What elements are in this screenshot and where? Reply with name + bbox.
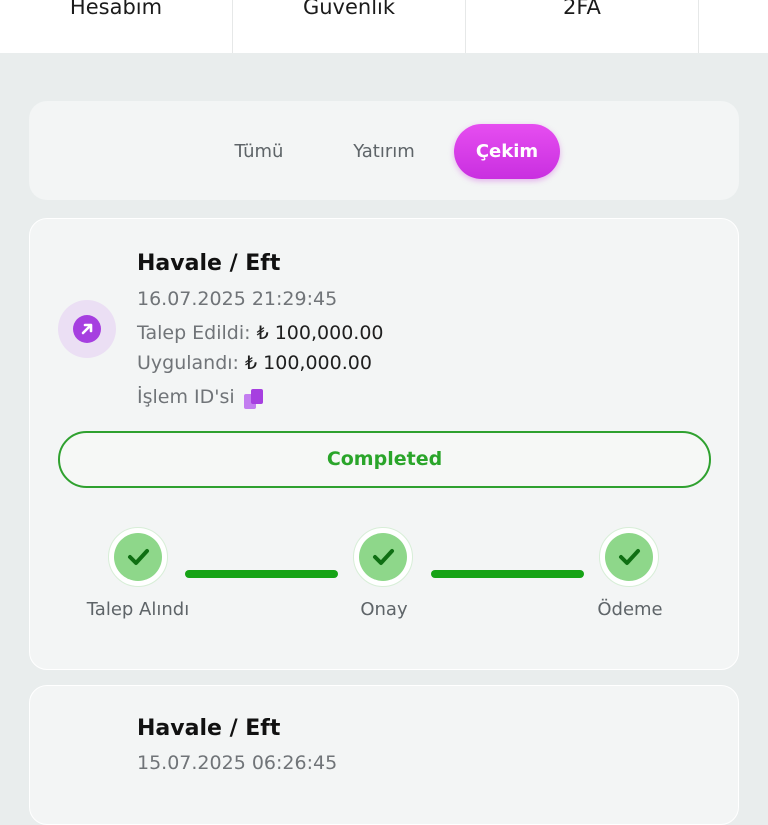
- filter-tab-deposit[interactable]: Yatırım: [334, 124, 434, 179]
- applied-row: Uygulandı: ₺ 100,000.00: [137, 352, 372, 374]
- step-label: Talep Alındı: [86, 599, 190, 620]
- step-connector: [185, 570, 338, 578]
- transaction-datetime: 15.07.2025 06:26:45: [137, 752, 338, 774]
- transaction-datetime: 16.07.2025 21:29:45: [137, 288, 338, 310]
- step-label: Onay: [360, 599, 408, 620]
- requested-label: Talep Edildi:: [137, 322, 251, 344]
- transaction-method: Havale / Eft: [137, 716, 281, 741]
- withdrawal-icon-badge: [58, 300, 116, 358]
- nav-tab-2fa[interactable]: 2FA: [466, 0, 699, 53]
- step-payment: [599, 527, 659, 587]
- transaction-card: Havale / Eft 15.07.2025 06:26:45: [29, 685, 739, 825]
- step-connector: [431, 570, 584, 578]
- requested-row: Talep Edildi: ₺ 100,000.00: [137, 322, 384, 344]
- nav-tab-security-label: Güvenlik: [302, 0, 396, 19]
- status-badge: Completed: [58, 431, 711, 488]
- check-icon: [359, 533, 407, 581]
- arrow-up-right-icon: [73, 315, 101, 343]
- applied-amount: ₺ 100,000.00: [245, 352, 372, 374]
- transaction-id-label: İşlem ID'si: [137, 386, 235, 408]
- filter-tab-withdrawal[interactable]: Çekim: [454, 124, 560, 179]
- nav-tab-account-label: Hesabım: [69, 0, 163, 19]
- step-request-received: [108, 527, 168, 587]
- nav-tab-security[interactable]: Güvenlik: [233, 0, 466, 53]
- step-approval: [353, 527, 413, 587]
- nav-tab-overflow[interactable]: [699, 0, 768, 53]
- nav-tab-account[interactable]: Hesabım: [0, 0, 233, 53]
- transaction-method: Havale / Eft: [137, 251, 281, 276]
- check-icon: [114, 533, 162, 581]
- requested-amount: ₺ 100,000.00: [256, 322, 384, 344]
- check-icon: [605, 533, 653, 581]
- filter-tab-all[interactable]: Tümü: [219, 124, 299, 179]
- copy-icon[interactable]: [243, 387, 265, 411]
- step-label: Ödeme: [597, 599, 663, 620]
- filter-bar: Tümü Yatırım Çekim: [29, 101, 739, 200]
- transaction-card: Havale / Eft 16.07.2025 21:29:45 Talep E…: [29, 218, 739, 670]
- nav-tab-2fa-label: 2FA: [563, 0, 601, 19]
- applied-label: Uygulandı:: [137, 352, 239, 374]
- top-nav: Hesabım Güvenlik 2FA: [0, 0, 768, 53]
